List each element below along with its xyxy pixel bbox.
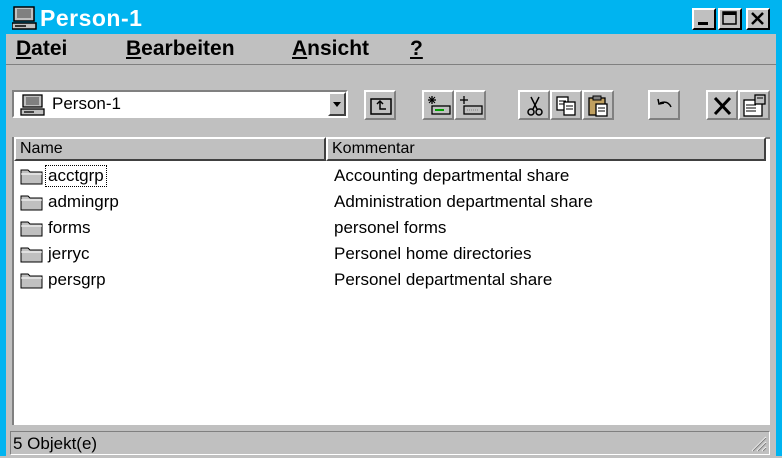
maximize-button[interactable] <box>718 8 742 30</box>
undo-icon <box>657 98 672 108</box>
map-network-drive-button[interactable] <box>422 90 454 120</box>
properties-icon <box>743 94 766 117</box>
copy-icon <box>556 96 576 116</box>
paste-button[interactable] <box>582 90 614 120</box>
disconnect-drive-button[interactable] <box>454 90 486 120</box>
item-comment: personel forms <box>334 218 447 237</box>
minimize-button[interactable] <box>692 8 716 30</box>
up-one-level-button[interactable] <box>364 90 396 120</box>
folder-up-icon <box>370 98 392 115</box>
list-item[interactable]: forms personel forms <box>14 215 754 241</box>
menu-help[interactable]: ? <box>410 37 423 61</box>
explorer-window: Person-1 Datei Bearbeiten Ansicht ? Pers… <box>0 0 782 458</box>
folder-icon <box>20 169 43 185</box>
scissors-icon <box>527 96 543 116</box>
copy-button[interactable] <box>550 90 582 120</box>
title-bar[interactable]: Person-1 <box>6 4 776 34</box>
menu-ansicht[interactable]: Ansicht <box>292 37 369 61</box>
menu-bearbeiten[interactable]: Bearbeiten <box>126 37 235 61</box>
clipboard-icon <box>588 95 608 117</box>
column-header-kommentar[interactable]: Kommentar <box>326 137 766 161</box>
chevron-down-icon <box>333 102 341 107</box>
item-comment: Administration departmental share <box>334 192 593 211</box>
toolbar: Person-1 <box>6 64 776 133</box>
folder-icon <box>20 273 43 289</box>
list-item[interactable]: jerryc Personel home directories <box>14 241 754 267</box>
status-text: 5 Objekt(e) <box>13 434 98 453</box>
menu-label: earbeiten <box>141 37 235 60</box>
delete-icon <box>713 96 732 116</box>
folder-icon <box>20 247 43 263</box>
delete-button[interactable] <box>706 90 738 120</box>
menu-accel: D <box>16 37 32 60</box>
column-header-name[interactable]: Name <box>14 137 326 161</box>
list-item[interactable]: admingrp Administration departmental sha… <box>14 189 754 215</box>
list-item[interactable]: persgrp Personel departmental share <box>14 267 754 293</box>
computer-icon <box>20 94 45 116</box>
folder-icon <box>20 195 43 211</box>
computer-icon <box>12 6 37 30</box>
maximize-icon <box>722 11 737 25</box>
folder-icon <box>20 221 43 237</box>
address-value: Person-1 <box>52 94 121 113</box>
status-panel: 5 Objekt(e) <box>10 431 770 455</box>
item-comment: Personel home directories <box>334 244 532 263</box>
menu-label: atei <box>31 37 68 60</box>
file-list[interactable]: acctgrp Accounting departmental share ad… <box>12 137 770 425</box>
properties-button[interactable] <box>738 90 770 120</box>
status-bar: 5 Objekt(e) <box>6 428 776 458</box>
item-name: admingrp <box>48 192 119 211</box>
item-name: jerryc <box>48 244 90 263</box>
list-header: Name Kommentar <box>12 137 768 161</box>
undo-button[interactable] <box>648 90 680 120</box>
window-title: Person-1 <box>40 5 143 31</box>
menu-accel: A <box>292 37 308 60</box>
item-comment: Personel departmental share <box>334 270 553 289</box>
item-comment: Accounting departmental share <box>334 166 570 185</box>
cut-button[interactable] <box>518 90 550 120</box>
address-combobox[interactable]: Person-1 <box>12 90 348 118</box>
menu-datei[interactable]: Datei <box>16 37 67 61</box>
item-name: persgrp <box>48 270 106 289</box>
close-button[interactable] <box>746 8 770 30</box>
list-item[interactable]: acctgrp Accounting departmental share <box>14 163 754 189</box>
resize-grip-icon[interactable] <box>749 434 767 452</box>
menu-label: nsicht <box>307 37 370 60</box>
menu-bar: Datei Bearbeiten Ansicht ? <box>6 34 776 64</box>
menu-accel: B <box>126 37 142 60</box>
disconnect-drive-icon <box>460 96 483 115</box>
map-drive-icon <box>428 96 451 115</box>
close-icon <box>751 12 764 25</box>
item-name: acctgrp <box>45 165 107 187</box>
address-dropdown-button[interactable] <box>328 92 346 116</box>
minimize-icon <box>698 22 708 25</box>
item-name: forms <box>48 218 91 237</box>
menu-accel: ? <box>410 37 423 60</box>
